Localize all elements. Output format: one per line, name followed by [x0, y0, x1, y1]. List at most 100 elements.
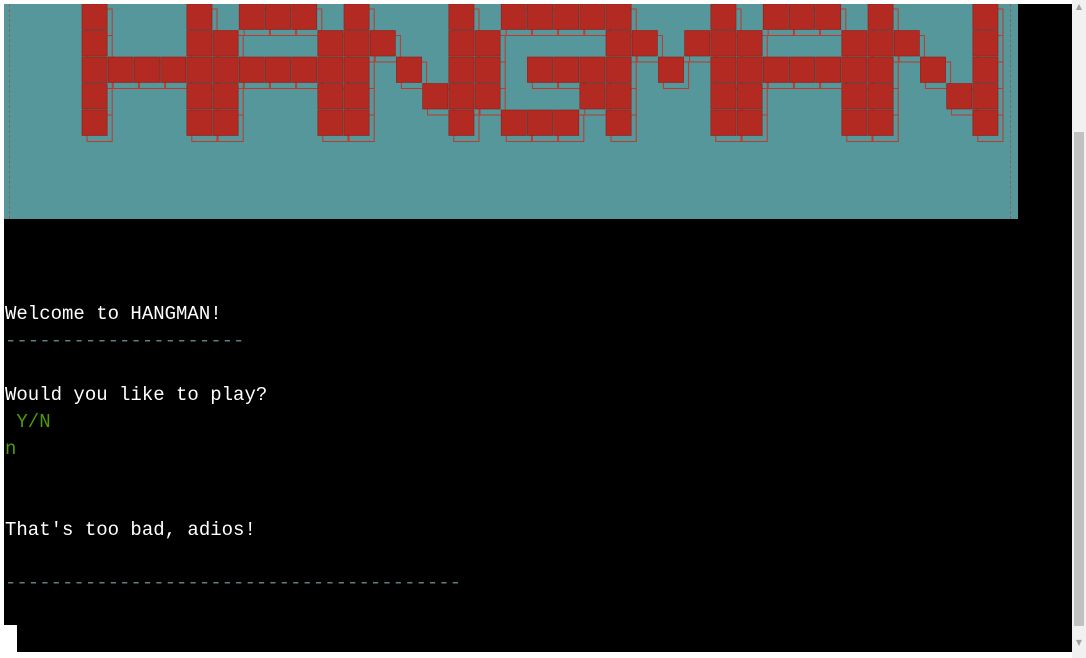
- banner-block: [81, 30, 108, 57]
- hangman-banner: [4, 4, 1018, 219]
- banner-block: [605, 30, 632, 57]
- banner-block: [605, 83, 632, 110]
- banner-block: [81, 4, 108, 30]
- banner-block: [736, 109, 763, 136]
- banner-block: [448, 56, 475, 83]
- banner-block: [841, 109, 868, 136]
- banner-block: [81, 56, 108, 83]
- banner-block: [527, 56, 553, 83]
- banner-block: [946, 83, 973, 110]
- banner-block: [972, 4, 999, 30]
- banner-block: [212, 56, 239, 83]
- banner-block: [841, 56, 868, 83]
- user-input-echo: n: [5, 438, 17, 460]
- play-prompt: Would you like to play?: [5, 384, 268, 406]
- banner-block: [579, 56, 606, 83]
- banner-block: [500, 109, 527, 136]
- banner-block: [684, 30, 711, 57]
- banner-block: [212, 83, 239, 110]
- banner-block: [841, 30, 868, 57]
- banner-block: [789, 56, 815, 83]
- banner-block: [920, 56, 946, 83]
- banner-block: [238, 56, 265, 83]
- banner-block: [238, 4, 265, 30]
- banner-block: [448, 30, 475, 57]
- banner-block: [553, 56, 580, 83]
- scroll-up-icon[interactable]: ▲: [1072, 0, 1086, 14]
- banner-block: [527, 4, 553, 30]
- scroll-thumb[interactable]: [1074, 132, 1084, 626]
- banner-block: [343, 109, 370, 136]
- banner-block: [500, 4, 527, 30]
- banner-block: [186, 109, 213, 136]
- banner-block: [186, 30, 213, 57]
- banner-block: [815, 56, 842, 83]
- banner-block: [867, 4, 894, 30]
- banner-block: [605, 56, 632, 83]
- banner-block: [736, 30, 763, 57]
- banner-block: [317, 30, 344, 57]
- banner-block: [160, 56, 187, 83]
- banner-block: [448, 83, 475, 110]
- banner-block: [658, 56, 684, 83]
- banner-block: [762, 56, 789, 83]
- yes-no-options: Y/N: [5, 411, 51, 433]
- banner-block: [343, 4, 370, 30]
- vertical-scrollbar[interactable]: ▲ ▼: [1072, 0, 1086, 658]
- banner-block: [317, 56, 344, 83]
- banner-block: [343, 30, 370, 57]
- banner-block: [291, 4, 318, 30]
- banner-block: [710, 4, 737, 30]
- banner-block: [710, 30, 737, 57]
- banner-block: [789, 4, 815, 30]
- hangman-ascii-logo: [81, 4, 1004, 142]
- banner-block: [422, 83, 449, 110]
- banner-block: [579, 83, 606, 110]
- banner-block: [474, 30, 501, 57]
- banner-block: [186, 83, 213, 110]
- banner-block: [605, 4, 632, 30]
- banner-block: [81, 109, 108, 136]
- banner-block: [867, 83, 894, 110]
- banner-block: [972, 56, 999, 83]
- banner-block: [527, 109, 553, 136]
- banner-block: [81, 83, 108, 110]
- banner-block: [474, 83, 501, 110]
- response-text: That's too bad, adios!: [5, 519, 256, 541]
- banner-block: [134, 56, 160, 83]
- banner-block: [186, 56, 213, 83]
- banner-block: [265, 4, 291, 30]
- scroll-down-icon[interactable]: ▼: [1072, 636, 1086, 650]
- banner-block: [867, 30, 894, 57]
- banner-block: [710, 83, 737, 110]
- banner-block: [474, 56, 501, 83]
- banner-block: [736, 56, 763, 83]
- terminal-window: Welcome to HANGMAN! --------------------…: [0, 0, 1086, 658]
- banner-block: [841, 83, 868, 110]
- banner-block: [553, 109, 580, 136]
- banner-block: [369, 30, 396, 57]
- banner-block: [893, 30, 920, 57]
- banner-block: [762, 4, 789, 30]
- banner-block: [291, 56, 318, 83]
- separator-short: ---------------------: [5, 330, 245, 352]
- banner-block: [265, 56, 291, 83]
- banner-block: [186, 4, 213, 30]
- banner-block: [815, 4, 842, 30]
- banner-block: [317, 83, 344, 110]
- welcome-text: Welcome to HANGMAN!: [5, 303, 222, 325]
- terminal-console[interactable]: Welcome to HANGMAN! --------------------…: [4, 4, 1072, 652]
- banner-block: [605, 109, 632, 136]
- separator-long: ----------------------------------------: [5, 572, 462, 594]
- banner-block: [867, 56, 894, 83]
- banner-block: [212, 109, 239, 136]
- banner-block: [710, 56, 737, 83]
- banner-block: [553, 4, 580, 30]
- banner-block: [343, 83, 370, 110]
- terminal-corner-gap: [4, 625, 17, 652]
- banner-block: [579, 4, 606, 30]
- banner-block: [972, 109, 999, 136]
- banner-block: [867, 109, 894, 136]
- banner-block: [317, 109, 344, 136]
- banner-block: [448, 109, 475, 136]
